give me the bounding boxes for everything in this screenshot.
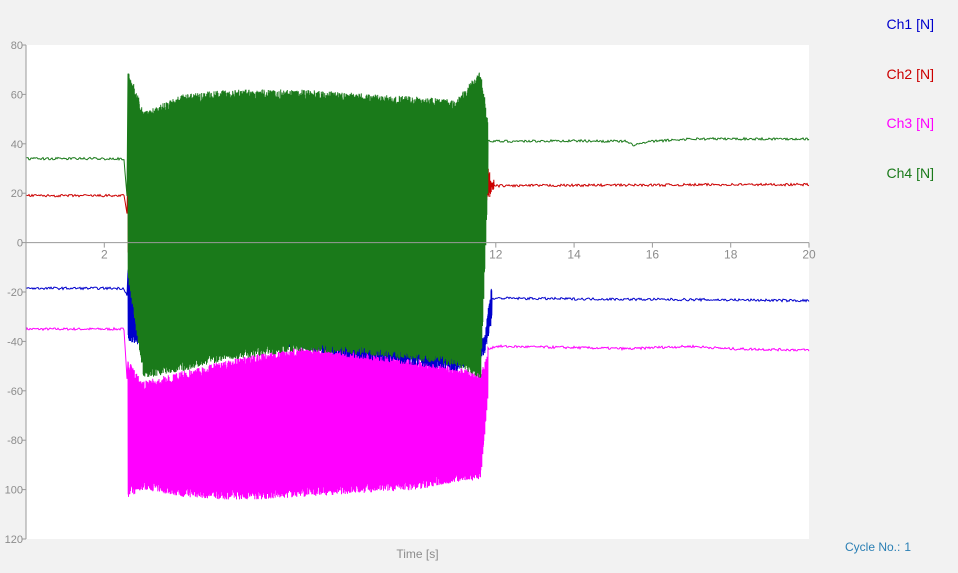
x-tick-label: 16 xyxy=(646,248,660,262)
x-tick-label: 14 xyxy=(567,248,581,262)
y-tick-label: 80 xyxy=(11,40,23,52)
y-tick-label: -20 xyxy=(7,287,23,299)
y-tick-label: -80 xyxy=(7,435,23,447)
y-tick-label: 120 xyxy=(5,534,23,546)
legend-ch1[interactable]: Ch1 [N] xyxy=(887,16,934,32)
y-tick-label: -40 xyxy=(7,336,23,348)
legend-ch4[interactable]: Ch4 [N] xyxy=(887,165,934,181)
y-tick-label: 20 xyxy=(11,188,23,200)
x-tick-label: 12 xyxy=(489,248,503,262)
cycle-indicator: Cycle No.: 1 xyxy=(845,540,915,554)
y-tick-label: 60 xyxy=(11,89,23,101)
cycle-value: 1 xyxy=(904,540,912,554)
x-tick-label: 18 xyxy=(724,248,738,262)
chart: 80 60 40 20 0 -20 -40 -60 -80 100 120 2 12 14 16 18 20 T… xyxy=(5,40,816,561)
legend-ch2[interactable]: Ch2 [N] xyxy=(887,66,934,82)
legend-ch3[interactable]: Ch3 [N] xyxy=(887,115,934,131)
cycle-label: Cycle No.: xyxy=(845,540,901,554)
x-tick-label: 20 xyxy=(802,248,816,262)
x-tick-label: 2 xyxy=(101,248,108,262)
y-tick-label: 0 xyxy=(17,238,23,250)
y-tick-label: 100 xyxy=(5,485,23,497)
x-axis-label: Time [s] xyxy=(396,547,438,561)
y-tick-label: -60 xyxy=(7,386,23,398)
y-tick-label: 40 xyxy=(11,139,23,151)
